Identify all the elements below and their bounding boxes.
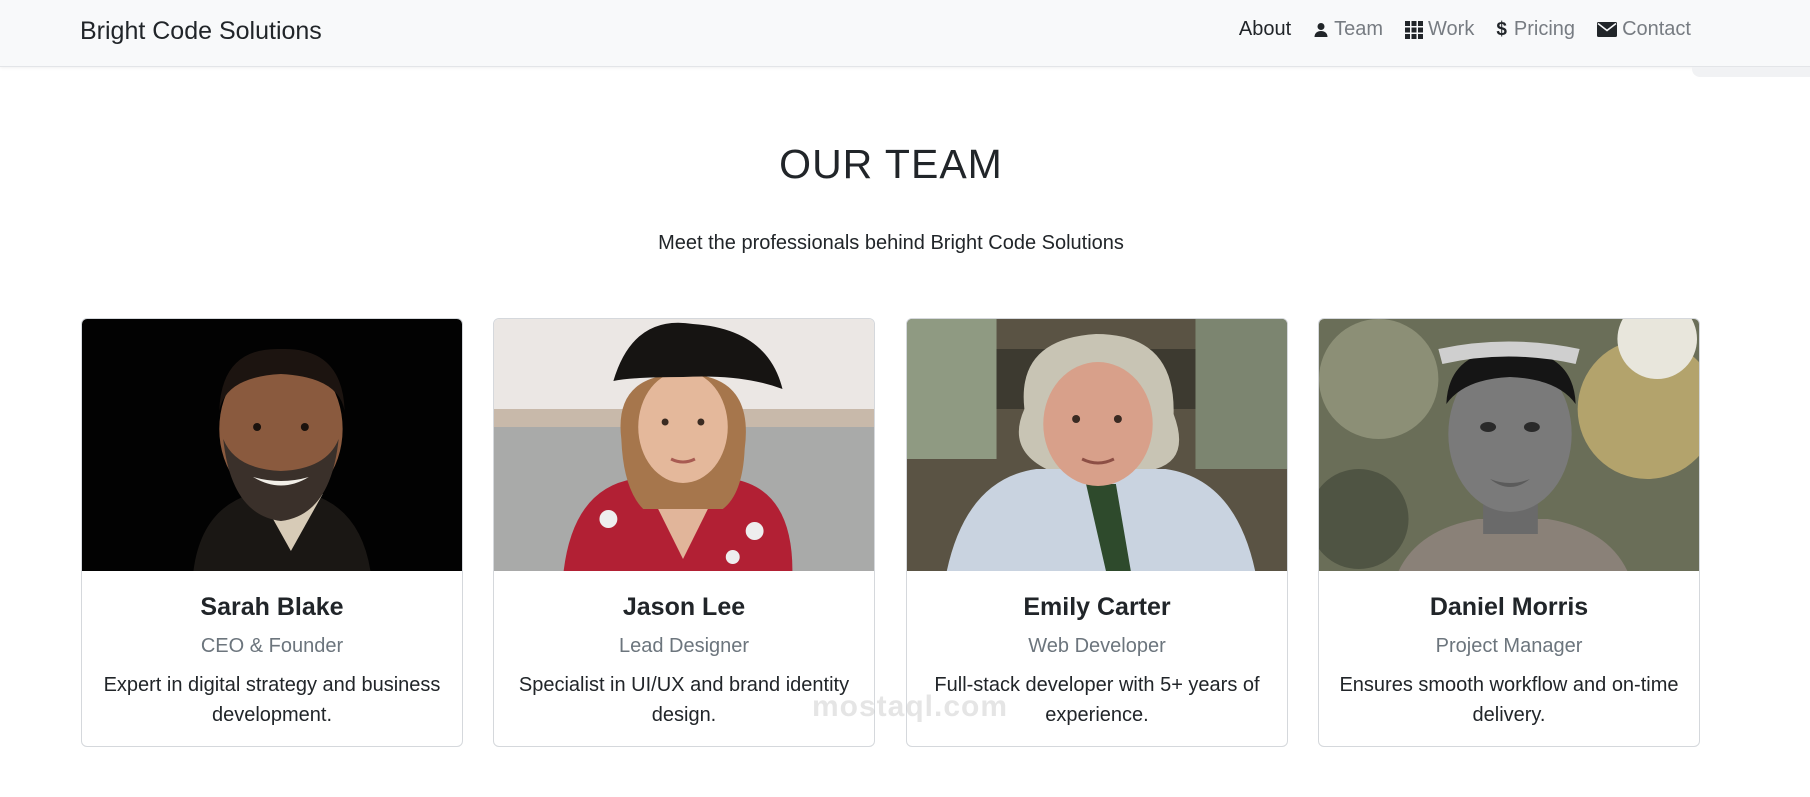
- member-role: CEO & Founder: [200, 635, 344, 657]
- watermark: mostaql.com: [811, 690, 1009, 723]
- team-card: Emily Carter Web Developer Full-stack de…: [906, 318, 1288, 747]
- nav-item-team[interactable]: Team: [1313, 18, 1383, 41]
- team-card: Jason Lee Lead Designer Specialist in UI…: [493, 318, 875, 747]
- team-card: Sarah Blake CEO & Founder Expert in digi…: [81, 318, 463, 747]
- nav-item-label: Team: [1334, 18, 1384, 40]
- envelope-icon: [1597, 22, 1618, 37]
- person-icon: [1314, 22, 1328, 37]
- nav-item-label: Pricing: [1513, 18, 1576, 40]
- member-photo: [494, 319, 874, 571]
- team-card: Daniel Morris Project Manager Ensures sm…: [1318, 318, 1700, 747]
- nav-item-label: Contact: [1622, 18, 1691, 40]
- nav-item-contact[interactable]: Contact: [1597, 18, 1691, 41]
- nav-item-about[interactable]: About: [1239, 18, 1291, 41]
- grid-icon: [1405, 20, 1424, 39]
- member-role: Project Manager: [1435, 635, 1583, 657]
- member-role: Web Developer: [1028, 635, 1166, 657]
- member-name: Emily Carter: [1023, 593, 1171, 621]
- member-photo: [82, 319, 462, 571]
- nav-menu: About Team Work $ Pricing Contact: [1217, 18, 1691, 41]
- nav-item-label: Work: [1428, 18, 1475, 40]
- member-name: Sarah Blake: [200, 593, 344, 621]
- dollar-icon: $: [1496, 18, 1507, 40]
- member-description: Ensures smooth workflow and on-time deli…: [1339, 674, 1679, 726]
- section-title: OUR TEAM: [779, 141, 1003, 187]
- navbar: Bright Code Solutions About Team Work $ …: [0, 0, 1810, 67]
- member-name: Daniel Morris: [1429, 593, 1589, 621]
- navbar-edge: [1692, 67, 1810, 77]
- nav-item-pricing[interactable]: $ Pricing: [1496, 18, 1575, 41]
- section-subtitle: Meet the professionals behind Bright Cod…: [658, 232, 1124, 254]
- nav-item-label: About: [1238, 18, 1292, 40]
- member-role: Lead Designer: [618, 635, 750, 657]
- member-photo: [907, 319, 1287, 571]
- member-description: Expert in digital strategy and business …: [103, 674, 441, 726]
- member-photo: [1319, 319, 1699, 571]
- brand-logo-text[interactable]: Bright Code Solutions: [80, 17, 322, 46]
- nav-item-work[interactable]: Work: [1405, 18, 1474, 41]
- member-name: Jason Lee: [622, 593, 746, 621]
